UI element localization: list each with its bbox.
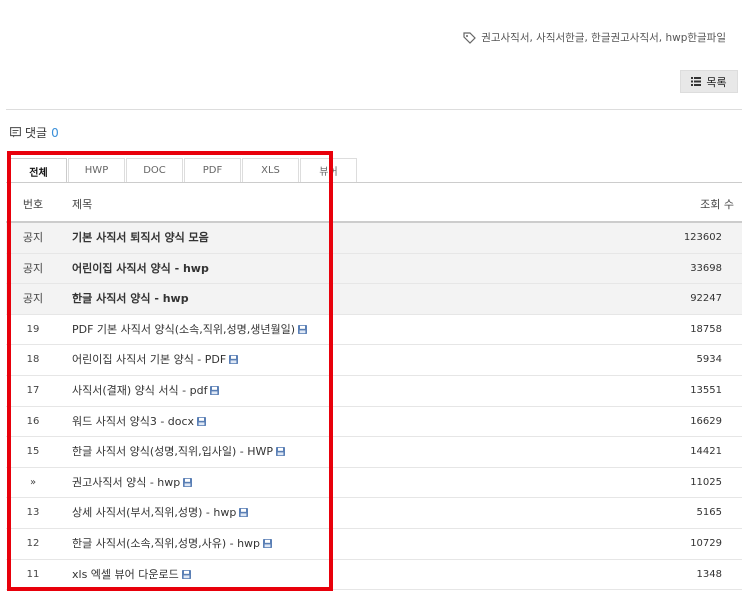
attachment-icon [298,324,308,334]
table-row[interactable]: 공지 한글 사직서 양식 - hwp 92247 [6,284,742,315]
comments-label: 댓글 [25,126,48,140]
row-views: 16629 [690,415,722,427]
row-views: 13551 [690,384,722,396]
tag-list: 권고사직서, 사직서한글, 한글권고사직서, hwp한글파일 [463,30,726,45]
row-title-link[interactable]: 기본 사직서 퇴직서 양식 모음 [72,223,209,252]
row-title-link[interactable]: PDF 기본 사직서 양식(소속,직위,성명,생년월일) [72,315,308,344]
tag-text[interactable]: 권고사직서, 사직서한글, 한글권고사직서, hwp한글파일 [481,30,726,45]
attachment-icon [183,477,193,487]
attachment-icon [210,385,220,395]
attachment-icon [229,355,239,365]
row-title-text: 어린이집 사직서 기본 양식 - PDF [72,353,227,367]
row-title-link[interactable]: 상세 사직서(부서,직위,성명) - hwp [72,498,249,527]
row-views: 11025 [690,476,722,488]
row-number: 15 [26,446,40,458]
row-views: 5934 [696,354,722,366]
row-views: 123602 [683,232,722,243]
tab-viewer[interactable]: 뷰어 [300,158,357,182]
row-views: 1348 [696,568,722,580]
table-row[interactable]: 18 어린이집 사직서 기본 양식 - PDF 5934 [6,345,742,376]
tag-icon [463,31,477,44]
row-number: » [29,476,37,488]
row-title-text: PDF 기본 사직서 양식(소속,직위,성명,생년월일) [72,322,296,336]
row-views: 92247 [690,293,722,305]
table-row[interactable]: 11 xls 엑셀 뷰어 다운로드 1348 [6,560,742,591]
table-row[interactable]: 15 한글 사직서 양식(성명,직위,입사일) - HWP 14421 [6,437,742,468]
tabs-divider [6,182,742,183]
attachment-icon [239,508,249,518]
list-button-label: 목록 [706,75,727,89]
row-title-text: 사직서(결재) 양식 서식 - pdf [72,383,208,397]
row-number: 19 [26,323,40,335]
row-views: 10729 [690,537,722,549]
table-row[interactable]: 12 한글 사직서(소속,직위,성명,사유) - hwp 10729 [6,529,742,560]
row-number: 13 [26,507,40,519]
row-number: 18 [26,354,40,366]
row-number: 12 [26,537,40,549]
row-number: 공지 [22,261,44,275]
row-views: 14421 [690,446,722,458]
row-title-link[interactable]: xls 엑셀 뷰어 다운로드 [72,560,191,589]
header-views[interactable]: 조회 수 [700,190,734,220]
header-num: 번호 [22,198,44,211]
row-title-link[interactable]: 어린이집 사직서 양식 - hwp [72,254,209,283]
row-number: 16 [26,415,40,427]
tab-hwp[interactable]: HWP [68,158,125,182]
file-type-tabs: 전체 HWP DOC PDF XLS 뷰어 [10,158,358,183]
tab-pdf[interactable]: PDF [184,158,241,182]
comments-count: 0 [51,125,59,140]
table-row[interactable]: 공지 기본 사직서 퇴직서 양식 모음 123602 [6,223,742,254]
row-title-text: 권고사직서 양식 - hwp [72,475,181,489]
header-title: 제목 [72,198,93,211]
row-title-text: 어린이집 사직서 양식 - hwp [72,261,209,275]
row-title-link[interactable]: 한글 사직서 양식 - hwp [72,284,189,313]
list-button[interactable]: 목록 [680,70,738,93]
attachment-icon [181,569,191,579]
post-list: 공지 기본 사직서 퇴직서 양식 모음 123602 공지 어린이집 사직서 양식 - … [6,223,742,591]
divider [6,109,742,110]
row-number: 17 [26,384,40,396]
row-title-link[interactable]: 사직서(결재) 양식 서식 - pdf [72,376,220,405]
row-title-text: 워드 사직서 양식3 - docx [72,414,195,428]
table-row[interactable]: 공지 어린이집 사직서 양식 - hwp 33698 [6,253,742,285]
row-title-text: 기본 사직서 퇴직서 양식 모음 [72,231,209,244]
attachment-icon [197,416,207,426]
attachment-icon [263,538,273,548]
table-row[interactable]: 16 워드 사직서 양식3 - docx 16629 [6,407,742,438]
row-title-link[interactable]: 워드 사직서 양식3 - docx [72,407,207,436]
table-row[interactable]: 13 상세 사직서(부서,직위,성명) - hwp 5165 [6,498,742,529]
tab-doc[interactable]: DOC [126,158,183,182]
tab-all[interactable]: 전체 [10,158,67,183]
row-views: 18758 [690,323,722,335]
table-row[interactable]: » 권고사직서 양식 - hwp 11025 [6,468,742,499]
table-row[interactable]: 19 PDF 기본 사직서 양식(소속,직위,성명,생년월일) 18758 [6,315,742,346]
comments-header: 댓글 0 [10,124,59,141]
tab-xls[interactable]: XLS [242,158,299,182]
row-number: 공지 [22,292,44,306]
row-title-text: 상세 사직서(부서,직위,성명) - hwp [72,506,237,520]
row-views: 33698 [690,262,722,274]
row-title-text: 한글 사직서 양식 - hwp [72,292,189,306]
row-views: 5165 [696,507,722,519]
row-number: 공지 [22,231,44,244]
row-title-link[interactable]: 한글 사직서 양식(성명,직위,입사일) - HWP [72,437,285,466]
row-title-link[interactable]: 한글 사직서(소속,직위,성명,사유) - hwp [72,529,273,558]
row-title-link[interactable]: 권고사직서 양식 - hwp [72,468,193,497]
table-row[interactable]: 17 사직서(결재) 양식 서식 - pdf 13551 [6,376,742,407]
row-number: 11 [26,568,40,580]
row-title-text: 한글 사직서 양식(성명,직위,입사일) - HWP [72,445,273,459]
row-title-link[interactable]: 어린이집 사직서 기본 양식 - PDF [72,345,239,374]
table-header: 번호 제목 조회 수 [6,190,742,220]
row-title-text: xls 엑셀 뷰어 다운로드 [72,567,179,581]
list-icon [691,77,702,86]
comment-icon [10,127,21,138]
row-title-text: 한글 사직서(소속,직위,성명,사유) - hwp [72,536,261,550]
attachment-icon [276,447,285,457]
